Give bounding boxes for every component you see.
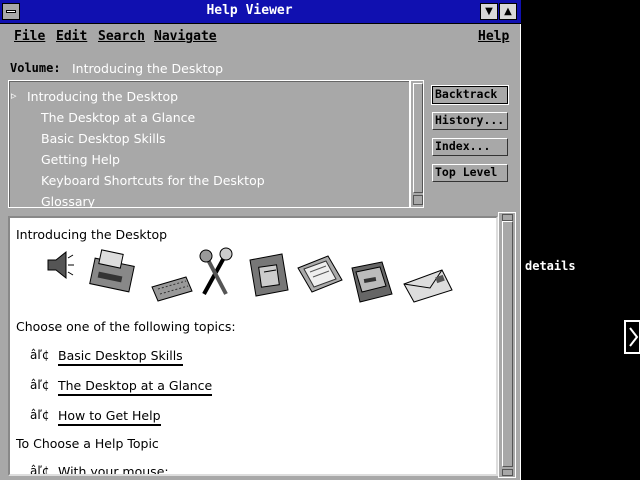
link-desktop-at-a-glance[interactable]: The Desktop at a Glance bbox=[58, 378, 213, 396]
bullet: âľ¢ bbox=[30, 464, 50, 476]
details-label: details bbox=[525, 259, 576, 273]
volume-value: Introducing the Desktop bbox=[72, 61, 224, 76]
scroll-up-arrow[interactable] bbox=[502, 214, 513, 221]
help-viewer-window: Help Viewer ▼ ▲ File Edit Search Navigat… bbox=[0, 0, 521, 480]
printer-icon bbox=[89, 249, 135, 293]
bullet: âľ¢ bbox=[30, 348, 50, 362]
window-menu-button[interactable] bbox=[2, 3, 20, 20]
minimize-button[interactable]: ▼ bbox=[480, 3, 498, 20]
topic-item[interactable]: The Desktop at a Glance bbox=[41, 110, 195, 125]
top-level-button[interactable]: Top Level bbox=[432, 164, 508, 182]
window-title: Help Viewer bbox=[206, 3, 293, 18]
scroll-down-arrow[interactable] bbox=[502, 469, 513, 476]
menu-bar: File Edit Search Navigate Help bbox=[0, 24, 521, 48]
menu-edit[interactable]: Edit bbox=[56, 29, 87, 44]
link-basic-desktop-skills[interactable]: Basic Desktop Skills bbox=[58, 348, 183, 366]
topic-item[interactable]: Glossary bbox=[41, 194, 95, 207]
with-your-mouse-text: With your mouse: bbox=[58, 464, 169, 476]
maximize-button[interactable]: ▲ bbox=[499, 3, 517, 20]
help-content-pane[interactable]: Introducing the Desktop Choose one of th… bbox=[8, 216, 498, 476]
backtrack-button[interactable]: Backtrack bbox=[431, 85, 509, 105]
link-how-to-get-help[interactable]: How to Get Help bbox=[58, 408, 161, 426]
file-cabinet-icon bbox=[249, 253, 289, 297]
bullet: âľ¢ bbox=[30, 378, 50, 392]
envelope-icon bbox=[403, 269, 453, 303]
topic-item[interactable]: Getting Help bbox=[41, 152, 120, 167]
topic-list-scrollbar[interactable] bbox=[410, 80, 424, 208]
menu-search[interactable]: Search bbox=[98, 29, 145, 44]
menu-help[interactable]: Help bbox=[478, 29, 509, 44]
choose-topic-text: Choose one of the following topics: bbox=[16, 319, 236, 334]
details-icon[interactable] bbox=[624, 320, 640, 354]
history-button[interactable]: History... bbox=[432, 112, 508, 130]
scroll-thumb[interactable] bbox=[413, 83, 423, 193]
volume-label: Volume: bbox=[10, 61, 61, 75]
content-scrollbar[interactable] bbox=[498, 212, 516, 478]
content-subheading: To Choose a Help Topic bbox=[16, 436, 159, 451]
content-heading: Introducing the Desktop bbox=[16, 227, 168, 242]
topic-item[interactable]: Basic Desktop Skills bbox=[41, 131, 166, 146]
tools-icon bbox=[199, 247, 233, 295]
topic-list[interactable]: ▹ Introducing the Desktop The Desktop at… bbox=[8, 80, 410, 208]
scroll-down-arrow[interactable] bbox=[413, 195, 423, 205]
menu-file[interactable]: File bbox=[14, 29, 45, 44]
current-topic-marker: ▹ bbox=[11, 89, 17, 102]
speaker-icon bbox=[47, 250, 74, 280]
title-bar[interactable]: Help Viewer ▼ ▲ bbox=[0, 0, 521, 24]
bullet: âľ¢ bbox=[30, 408, 50, 422]
keyboard-icon bbox=[151, 276, 193, 302]
topic-item[interactable]: Introducing the Desktop bbox=[27, 89, 178, 104]
mailbox-icon bbox=[351, 261, 393, 303]
index-button[interactable]: Index... bbox=[432, 138, 508, 156]
topic-item[interactable]: Keyboard Shortcuts for the Desktop bbox=[41, 173, 265, 188]
menu-navigate[interactable]: Navigate bbox=[154, 29, 217, 44]
screen-icon bbox=[297, 255, 343, 293]
scroll-thumb[interactable] bbox=[502, 221, 513, 467]
